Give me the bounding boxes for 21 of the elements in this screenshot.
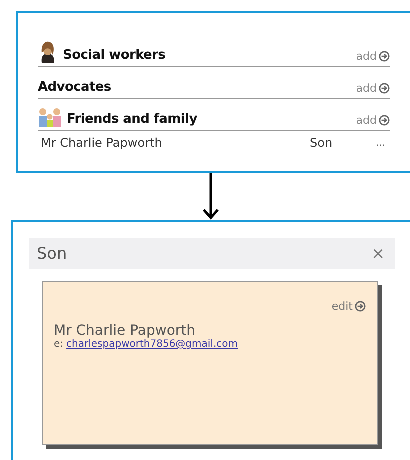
contact-name[interactable]: Mr Charlie Papworth	[41, 136, 310, 150]
add-link[interactable]: add	[356, 114, 390, 127]
dialog-title: Son	[37, 244, 68, 263]
email-link[interactable]: charlespapworth7856@gmail.com	[66, 339, 238, 350]
contact-relation: Son	[310, 136, 334, 150]
family-icon	[38, 107, 62, 127]
group-title: Social workers	[63, 48, 167, 63]
add-link[interactable]: add	[356, 50, 390, 63]
arrow-circle-icon	[355, 301, 366, 312]
edit-link[interactable]: edit	[332, 300, 366, 313]
close-button[interactable]: ×	[372, 244, 385, 263]
more-menu[interactable]: ...	[376, 138, 390, 148]
arrow-circle-icon	[379, 51, 390, 62]
add-link[interactable]: add	[356, 82, 390, 95]
arrow-circle-icon	[379, 115, 390, 126]
email-label: e:	[54, 339, 64, 350]
group-title: Advocates	[38, 80, 112, 95]
contact-name: Mr Charlie Papworth	[54, 323, 196, 339]
down-arrow	[203, 173, 219, 220]
arrow-circle-icon	[379, 83, 390, 94]
group-title: Friends and family	[67, 112, 198, 127]
